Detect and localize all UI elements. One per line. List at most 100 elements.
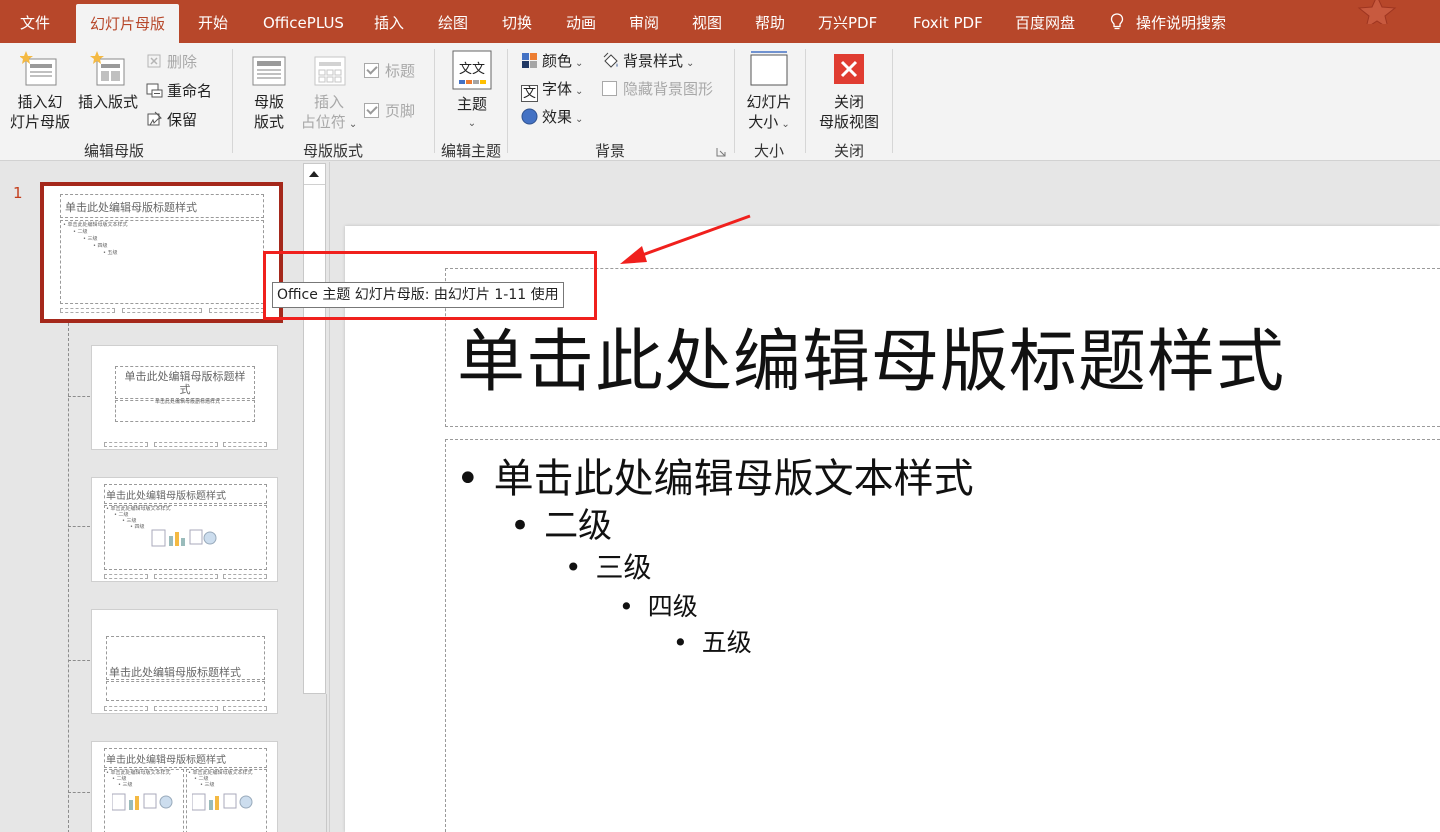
thumb-title: 单击此处编辑母版标题样式 bbox=[109, 666, 241, 679]
tab-foxit-pdf[interactable]: Foxit PDF bbox=[913, 0, 983, 43]
group-separator bbox=[232, 49, 233, 153]
svg-text:文文: 文文 bbox=[459, 62, 485, 77]
thumb-level-4: • 四级 bbox=[93, 243, 108, 249]
thumb-title: 单击此处编辑母版标题样式 bbox=[65, 201, 197, 214]
dialog-launcher-icon[interactable] bbox=[716, 147, 726, 157]
decorative-star-icon bbox=[1357, 0, 1397, 24]
tab-file[interactable]: 文件 bbox=[20, 0, 50, 43]
thumb-left-level-3: • 三级 bbox=[118, 782, 133, 788]
insert-slide-master-button[interactable]: 插入幻 灯片母版 bbox=[8, 49, 72, 132]
master-layout-button[interactable]: 母版 版式 bbox=[244, 49, 294, 132]
thumb-footer bbox=[223, 574, 267, 579]
insert-slide-master-icon bbox=[19, 51, 57, 86]
group-separator bbox=[734, 49, 735, 153]
chevron-down-icon: ⌄ bbox=[686, 58, 695, 69]
effects-icon bbox=[521, 108, 538, 125]
thumb-footer bbox=[104, 442, 148, 447]
group-separator bbox=[507, 49, 508, 153]
delete-button[interactable]: 删除 bbox=[146, 51, 197, 73]
layout-thumbnail-title-content[interactable]: 单击此处编辑母版标题样式 • 单击此处编辑母版文本样式 • 二级 • 三级 • … bbox=[91, 477, 278, 582]
rename-icon bbox=[146, 83, 163, 98]
background-styles-button[interactable]: 背景样式 ⌄ bbox=[602, 50, 694, 72]
tab-baidu-netdisk[interactable]: 百度网盘 bbox=[1015, 0, 1075, 43]
footers-checkbox[interactable]: 页脚 bbox=[364, 100, 415, 122]
tab-draw[interactable]: 绘图 bbox=[438, 0, 468, 43]
thumb-level-1: • 单击此处编辑母版文本样式 bbox=[63, 222, 128, 228]
insert-layout-button[interactable]: 插入版式 bbox=[76, 49, 140, 112]
tab-transitions[interactable]: 切换 bbox=[502, 0, 532, 43]
master-layout-label-1: 母版 bbox=[253, 93, 284, 111]
content-placeholder-icons bbox=[151, 529, 217, 547]
themes-button[interactable]: 文文 主题 ⌄ bbox=[446, 49, 498, 134]
colors-label: 颜色 bbox=[542, 52, 573, 70]
tab-home[interactable]: 开始 bbox=[198, 0, 228, 43]
fonts-label: 字体 bbox=[542, 80, 573, 98]
body-level-3: • 三级 bbox=[565, 551, 652, 584]
effects-label: 效果 bbox=[542, 108, 573, 126]
thumb-footer bbox=[154, 442, 218, 447]
hide-background-graphics-checkbox[interactable]: 隐藏背景图形 bbox=[602, 78, 713, 100]
slide-title-text: 单击此处编辑母版标题样式 bbox=[457, 323, 1286, 402]
ribbon-tab-bar: 文件 幻灯片母版 开始 OfficePLUS 插入 绘图 切换 动画 审阅 视图… bbox=[0, 0, 1440, 47]
tab-insert[interactable]: 插入 bbox=[374, 0, 404, 43]
background-styles-label: 背景样式 bbox=[623, 52, 684, 70]
group-label-master-layout: 母版版式 bbox=[302, 142, 364, 160]
layout-thumbnail-title-slide[interactable]: 单击此处编辑母版标题样式 单击此处编辑母版副标题样式 bbox=[91, 345, 278, 450]
body-level-5: • 五级 bbox=[673, 628, 752, 657]
chevron-down-icon: ⌄ bbox=[575, 86, 584, 97]
slide-size-label-1: 幻灯片 bbox=[746, 93, 792, 111]
thumb-level-2: • 二级 bbox=[73, 229, 88, 235]
thumb-right-level-3: • 三级 bbox=[200, 782, 215, 788]
rename-label: 重命名 bbox=[167, 82, 213, 100]
slide-size-button[interactable]: 幻灯片 大小 ⌄ bbox=[742, 49, 796, 135]
layout-tree-line bbox=[68, 323, 69, 832]
tab-review[interactable]: 审阅 bbox=[629, 0, 659, 43]
title-checkbox[interactable]: 标题 bbox=[364, 60, 415, 82]
body-level-4: • 四级 bbox=[619, 592, 698, 621]
thumbnail-scrollbar[interactable] bbox=[303, 163, 326, 694]
group-label-edit-master: 编辑母版 bbox=[83, 142, 145, 160]
content-placeholder-icons bbox=[112, 793, 173, 811]
tab-officeplus[interactable]: OfficePLUS bbox=[263, 0, 344, 43]
group-label-size: 大小 bbox=[753, 142, 785, 160]
content-placeholder-icons bbox=[192, 793, 253, 811]
tab-animations[interactable]: 动画 bbox=[566, 0, 596, 43]
insert-layout-label: 插入版式 bbox=[77, 93, 138, 111]
lightbulb-icon bbox=[1110, 13, 1124, 30]
annotation-highlight-box bbox=[263, 251, 597, 320]
scroll-up-arrow-icon[interactable] bbox=[304, 164, 325, 185]
themes-label: 主题 bbox=[456, 95, 487, 113]
fonts-icon: 文 bbox=[521, 85, 538, 102]
thumb-footer bbox=[223, 442, 267, 447]
chevron-down-icon: ⌄ bbox=[575, 58, 584, 69]
group-separator bbox=[892, 49, 893, 153]
thumb-footer bbox=[104, 706, 148, 711]
chevron-down-icon: ⌄ bbox=[467, 118, 477, 129]
thumb-level-4: • 四级 bbox=[130, 524, 145, 530]
tab-help[interactable]: 帮助 bbox=[755, 0, 785, 43]
tab-wondershare-pdf[interactable]: 万兴PDF bbox=[818, 0, 877, 43]
insert-placeholder-label-2: 占位符 ⌄ bbox=[300, 113, 358, 131]
effects-button[interactable]: 效果 ⌄ bbox=[521, 106, 583, 128]
tab-view[interactable]: 视图 bbox=[692, 0, 722, 43]
thumb-body-placeholder bbox=[60, 220, 264, 304]
rename-button[interactable]: 重命名 bbox=[146, 80, 212, 102]
fonts-button[interactable]: 文字体 ⌄ bbox=[521, 78, 584, 102]
preserve-button[interactable]: 保留 bbox=[146, 109, 197, 131]
colors-button[interactable]: 颜色 ⌄ bbox=[521, 50, 583, 72]
close-master-view-button[interactable]: 关闭 母版视图 bbox=[814, 49, 884, 132]
thumb-level-5: • 五级 bbox=[103, 250, 118, 256]
master-slide-thumbnail[interactable]: 单击此处编辑母版标题样式 • 单击此处编辑母版文本样式 • 二级 • 三级 • … bbox=[40, 182, 283, 323]
footers-checkbox-label: 页脚 bbox=[385, 102, 416, 120]
thumb-footer bbox=[154, 574, 218, 579]
master-layout-label-2: 版式 bbox=[253, 113, 284, 131]
thumb-footer-text bbox=[122, 308, 202, 313]
layout-thumbnail-two-content[interactable]: 单击此处编辑母版标题样式 • 单击此处编辑母版文本样式 • 二级 • 三级 • … bbox=[91, 741, 278, 832]
tell-me-search[interactable]: 操作说明搜索 bbox=[1110, 0, 1226, 43]
thumb-subtitle: 单击此处编辑母版副标题样式 bbox=[155, 399, 221, 405]
tab-slide-master[interactable]: 幻灯片母版 bbox=[76, 4, 180, 47]
insert-slide-master-label-1: 插入幻 bbox=[17, 93, 63, 111]
bullet-icon: • bbox=[456, 456, 480, 502]
insert-placeholder-button[interactable]: 插入 占位符 ⌄ bbox=[298, 49, 360, 135]
layout-thumbnail-section-header[interactable]: 单击此处编辑母版标题样式 bbox=[91, 609, 278, 714]
